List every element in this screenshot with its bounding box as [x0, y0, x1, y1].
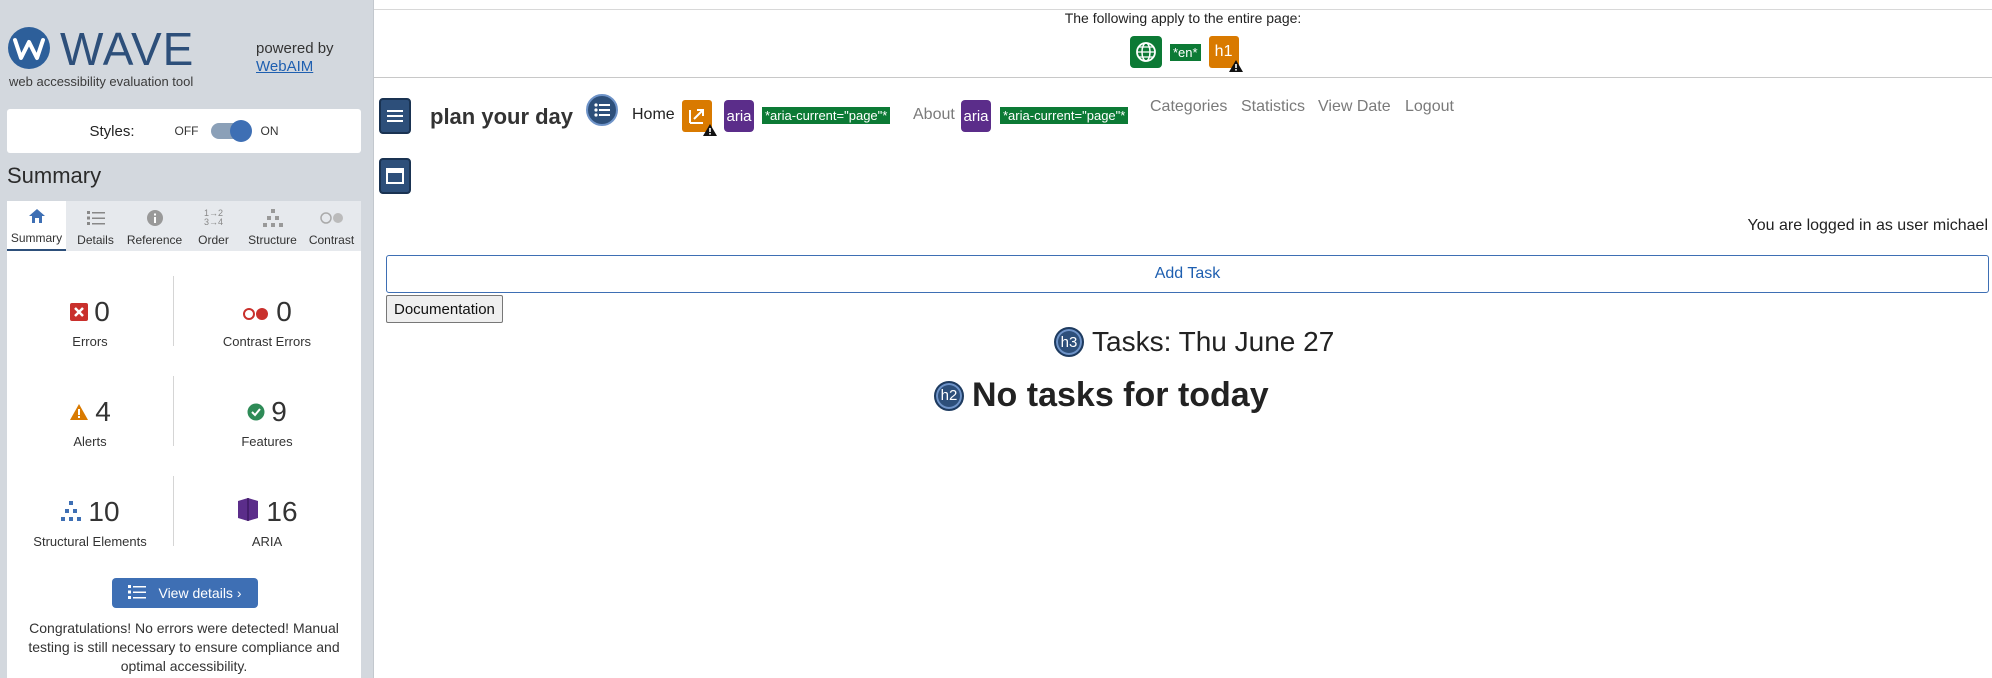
tab-label: Reference: [126, 233, 183, 247]
warning-icon: [703, 124, 717, 136]
page-apply-text: The following apply to the entire page:: [1064, 10, 1302, 26]
view-details-button[interactable]: View details ›: [112, 578, 258, 608]
redundant-link-alert-icon[interactable]: [682, 100, 717, 136]
styles-toggle-switch[interactable]: [210, 120, 252, 142]
webaim-link[interactable]: WebAIM: [256, 58, 313, 75]
tab-order[interactable]: 1→2 3→4 Order: [184, 201, 243, 251]
add-task-button[interactable]: Add Task: [386, 255, 1989, 293]
contrast-errors-count: 0: [276, 296, 292, 327]
brand-link[interactable]: plan your day: [430, 104, 573, 130]
wave-logo-text: WAVE: [60, 23, 195, 75]
language-globe-icon[interactable]: [1130, 36, 1162, 68]
nav-categories-link[interactable]: Categories: [1150, 98, 1227, 116]
alerts-stat[interactable]: 4 Alerts: [7, 396, 173, 449]
tab-label: Details: [77, 233, 114, 247]
features-label: Features: [241, 434, 293, 449]
congrats-message: Congratulations! No errors were detected…: [28, 620, 340, 674]
errors-count: 0: [94, 296, 110, 327]
toggle-knob: [229, 120, 252, 142]
no-tasks-heading: No tasks for today: [972, 376, 1269, 414]
tab-label: Summary: [10, 231, 63, 245]
wave-sidebar: WAVE web accessibility evaluation tool p…: [0, 0, 374, 678]
tab-label: Contrast: [308, 233, 355, 247]
aria-label: ARIA: [251, 534, 283, 549]
nav-about-link[interactable]: About: [913, 106, 955, 124]
styles-on-label: ON: [260, 124, 279, 138]
tab-summary[interactable]: Summary: [7, 201, 66, 251]
contrast-errors-label: Contrast Errors: [222, 334, 312, 349]
errors-stat[interactable]: 0 Errors: [7, 296, 173, 349]
tab-contrast[interactable]: Contrast: [302, 201, 361, 251]
order-icon: 1→2 3→4: [203, 208, 223, 227]
list-icon: [86, 207, 105, 229]
nav-logout-link[interactable]: Logout: [1405, 98, 1454, 116]
nav-home-link[interactable]: Home: [632, 106, 675, 124]
tab-label: Order: [198, 233, 229, 247]
aria-current-label: *aria-current="page"*: [762, 107, 891, 124]
tasks-heading: Tasks: Thu June 27: [1092, 326, 1335, 357]
warning-icon: [1228, 60, 1243, 72]
tab-details[interactable]: Details: [66, 201, 125, 251]
unordered-list-icon[interactable]: [586, 94, 618, 126]
wave-tabs: Summary Details Reference 1→2 3→4 Order S…: [7, 201, 361, 251]
wave-header: WAVE web accessibility evaluation tool p…: [0, 0, 374, 98]
structural-count: 10: [88, 496, 120, 527]
nav-statistics-link[interactable]: Statistics: [1241, 98, 1305, 116]
h2-heading-icon[interactable]: h2: [934, 380, 964, 411]
alerts-count: 4: [95, 396, 111, 427]
evaluated-page: The following apply to the entire page: …: [374, 0, 1992, 678]
features-stat[interactable]: 9 Features: [173, 396, 361, 449]
lang-label: *en*: [1170, 43, 1201, 61]
structural-stat[interactable]: 10 Structural Elements: [7, 496, 173, 549]
structural-label: Structural Elements: [33, 534, 147, 549]
h3-heading-icon[interactable]: h3: [1054, 327, 1084, 357]
styles-toggle-box: Styles: OFF ON: [7, 109, 361, 153]
aria-count: 16: [266, 496, 298, 527]
tasks-heading-row: h3 Tasks: Thu June 27: [1054, 326, 1334, 358]
alerts-label: Alerts: [73, 434, 107, 449]
aria-icon[interactable]: aria: [961, 100, 991, 132]
page-level-icons: *en* h1: [1130, 36, 1243, 72]
contrast-icon: [319, 207, 345, 229]
styles-label: Styles:: [89, 122, 135, 140]
info-icon: [146, 207, 164, 229]
alert-icon: [69, 396, 89, 428]
feature-check-icon: [247, 396, 265, 428]
tab-reference[interactable]: Reference: [125, 201, 184, 251]
wave-logo-icon: [8, 27, 50, 69]
error-icon: [70, 296, 89, 328]
summary-title: Summary: [7, 163, 102, 188]
h1-label: h1: [1214, 43, 1233, 60]
tab-label: Structure: [248, 233, 297, 247]
aria-book-icon: [236, 496, 260, 528]
contrast-error-icon: [242, 296, 270, 328]
errors-label: Errors: [72, 334, 108, 349]
h1-alert-icon[interactable]: h1: [1208, 36, 1243, 72]
view-details-label: View details ›: [158, 585, 242, 601]
styles-off-label: OFF: [174, 124, 199, 138]
documentation-button[interactable]: Documentation: [386, 295, 503, 323]
home-icon: [28, 205, 46, 227]
aria-stat[interactable]: 16 ARIA: [173, 496, 361, 549]
wave-tagline: web accessibility evaluation tool: [9, 74, 194, 89]
list-icon: [128, 584, 147, 602]
logged-in-text: You are logged in as user michael: [1747, 217, 1988, 234]
powered-by-text: powered by: [256, 40, 334, 57]
main-landmark-icon[interactable]: [379, 158, 411, 194]
no-tasks-row: h2 No tasks for today: [934, 376, 1269, 415]
tab-structure[interactable]: Structure: [243, 201, 302, 251]
aria-icon[interactable]: aria: [724, 100, 754, 132]
contrast-errors-stat[interactable]: 0 Contrast Errors: [173, 296, 361, 349]
structure-icon: [262, 207, 283, 229]
features-count: 9: [271, 396, 287, 427]
nav-landmark-icon[interactable]: [379, 98, 411, 134]
structure-icon: [60, 496, 82, 528]
summary-panel: 0 Errors 0 Contrast Errors 4 Alerts 9 Fe…: [7, 251, 361, 678]
nav-view-date-link[interactable]: View Date: [1318, 98, 1391, 116]
aria-current-label: *aria-current="page"*: [1000, 107, 1129, 124]
